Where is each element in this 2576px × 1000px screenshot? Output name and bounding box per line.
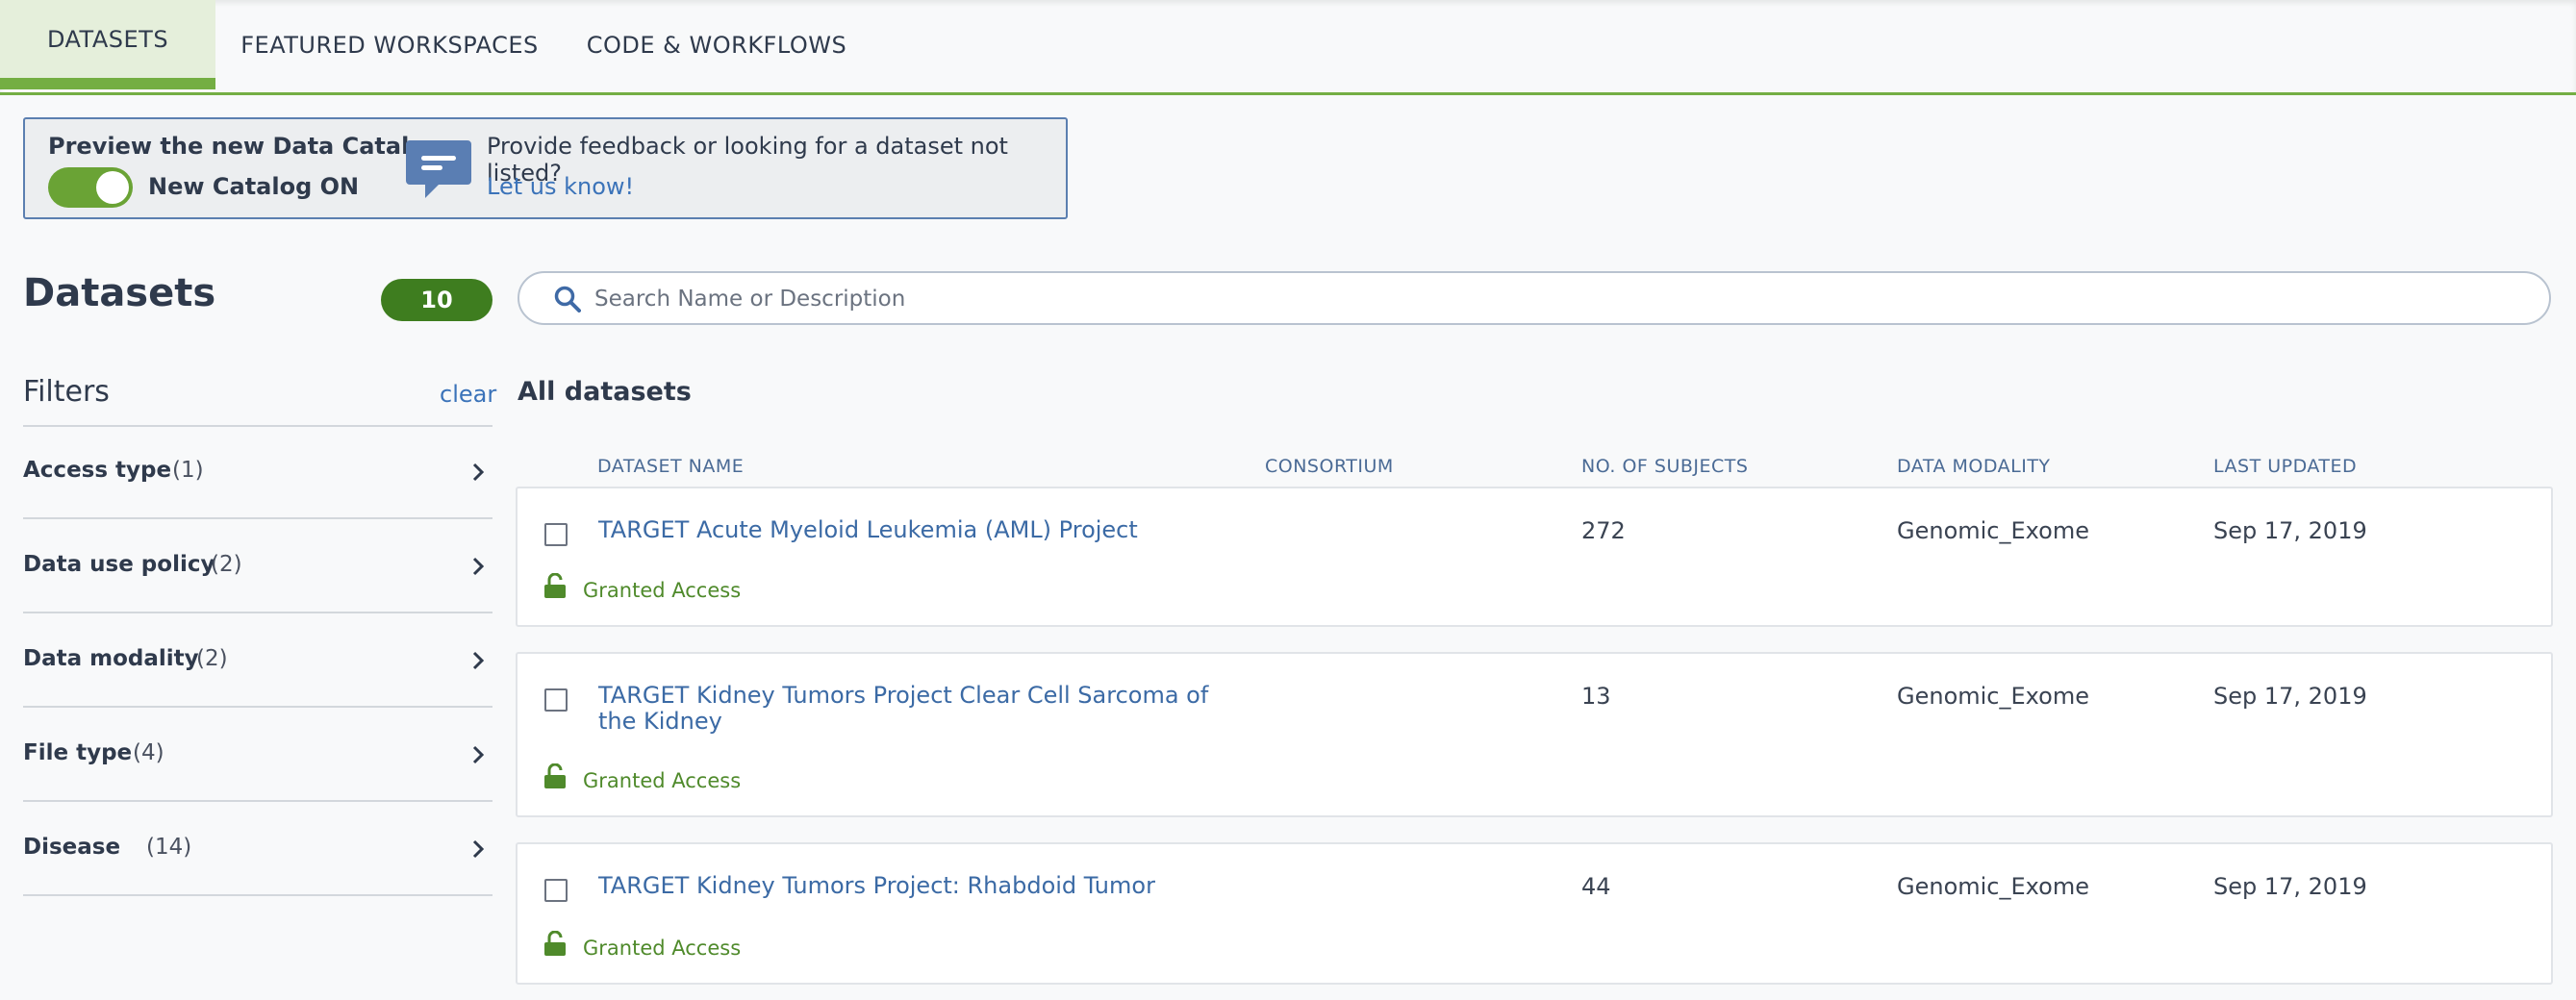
access-status: Granted Access (583, 579, 742, 602)
filter-count: (1) (172, 458, 204, 483)
filter-access-type[interactable]: Access type (1) (23, 427, 492, 519)
filter-data-modality[interactable]: Data modality (2) (23, 615, 492, 708)
all-datasets-title: All datasets (518, 377, 692, 407)
column-header-consortium[interactable]: CONSORTIUM (1265, 456, 1394, 477)
access-status: Granted Access (583, 769, 742, 792)
page-title: Datasets (23, 271, 216, 315)
subjects-count: 13 (1581, 683, 1611, 710)
last-updated: Sep 17, 2019 (2213, 683, 2367, 710)
column-header-data-modality[interactable]: DATA MODALITY (1897, 456, 2051, 477)
dataset-name-link[interactable]: TARGET Kidney Tumors Project: Rhabdoid T… (598, 873, 1272, 899)
filter-label: Access type (23, 458, 172, 483)
search-icon (554, 286, 581, 312)
chevron-right-icon (472, 462, 485, 482)
unlock-icon (544, 573, 566, 598)
data-modality: Genomic_Exome (1897, 873, 2089, 900)
new-catalog-toggle[interactable] (48, 167, 133, 208)
filter-disease[interactable]: Disease (14) (23, 804, 492, 896)
column-header-dataset-name[interactable]: DATASET NAME (597, 456, 744, 477)
filter-label: Data use policy (23, 552, 215, 577)
filter-count: (14) (146, 835, 192, 860)
filter-count: (2) (211, 552, 242, 577)
last-updated: Sep 17, 2019 (2213, 517, 2367, 544)
chevron-right-icon (472, 557, 485, 576)
search-input[interactable] (593, 279, 2501, 319)
chevron-right-icon (472, 651, 485, 670)
filters-title: Filters (23, 375, 110, 409)
feedback-link[interactable]: Let us know! (487, 173, 634, 200)
filter-file-type[interactable]: File type (4) (23, 710, 492, 802)
filter-label: File type (23, 740, 133, 765)
filter-label: Disease (23, 835, 121, 860)
top-tab-bar: DATASETS FEATURED WORKSPACES CODE & WORK… (0, 0, 2576, 95)
data-modality: Genomic_Exome (1897, 683, 2089, 710)
dataset-name-link[interactable]: TARGET Kidney Tumors Project Clear Cell … (598, 683, 1252, 735)
tab-code-workflows[interactable]: CODE & WORKFLOWS (564, 0, 870, 89)
column-header-subjects[interactable]: NO. OF SUBJECTS (1581, 456, 1748, 477)
filter-count: (2) (196, 646, 228, 671)
data-modality: Genomic_Exome (1897, 517, 2089, 544)
subjects-count: 44 (1581, 873, 1611, 900)
row-checkbox[interactable] (544, 879, 568, 902)
unlock-icon (544, 931, 566, 956)
subjects-count: 272 (1581, 517, 1626, 544)
access-status: Granted Access (583, 937, 742, 960)
last-updated: Sep 17, 2019 (2213, 873, 2367, 900)
chevron-right-icon (472, 745, 485, 764)
dataset-count-badge: 10 (381, 279, 492, 321)
feedback-chat-icon (406, 140, 471, 198)
dataset-row[interactable]: TARGET Acute Myeloid Leukemia (AML) Proj… (516, 487, 2553, 627)
toggle-label: New Catalog ON (148, 173, 360, 200)
row-checkbox[interactable] (544, 523, 568, 546)
search-bar (518, 271, 2551, 325)
filter-count: (4) (133, 740, 164, 765)
tab-datasets[interactable]: DATASETS (0, 0, 215, 89)
tab-featured-workspaces[interactable]: FEATURED WORKSPACES (215, 0, 564, 89)
dataset-name-link[interactable]: TARGET Acute Myeloid Leukemia (AML) Proj… (598, 517, 1233, 543)
dataset-row[interactable]: TARGET Kidney Tumors Project: Rhabdoid T… (516, 842, 2553, 985)
banner-title: Preview the new Data Catalog (48, 133, 442, 160)
filters-clear-link[interactable]: clear (440, 381, 496, 408)
new-catalog-banner: Preview the new Data Catalog New Catalog… (23, 117, 1068, 219)
filter-label: Data modality (23, 646, 199, 671)
dataset-row[interactable]: TARGET Kidney Tumors Project Clear Cell … (516, 652, 2553, 817)
column-header-last-updated[interactable]: LAST UPDATED (2213, 456, 2357, 477)
unlock-icon (544, 763, 566, 788)
row-checkbox[interactable] (544, 688, 568, 712)
toggle-knob (96, 171, 129, 204)
filter-data-use-policy[interactable]: Data use policy (2) (23, 521, 492, 613)
chevron-right-icon (472, 839, 485, 859)
